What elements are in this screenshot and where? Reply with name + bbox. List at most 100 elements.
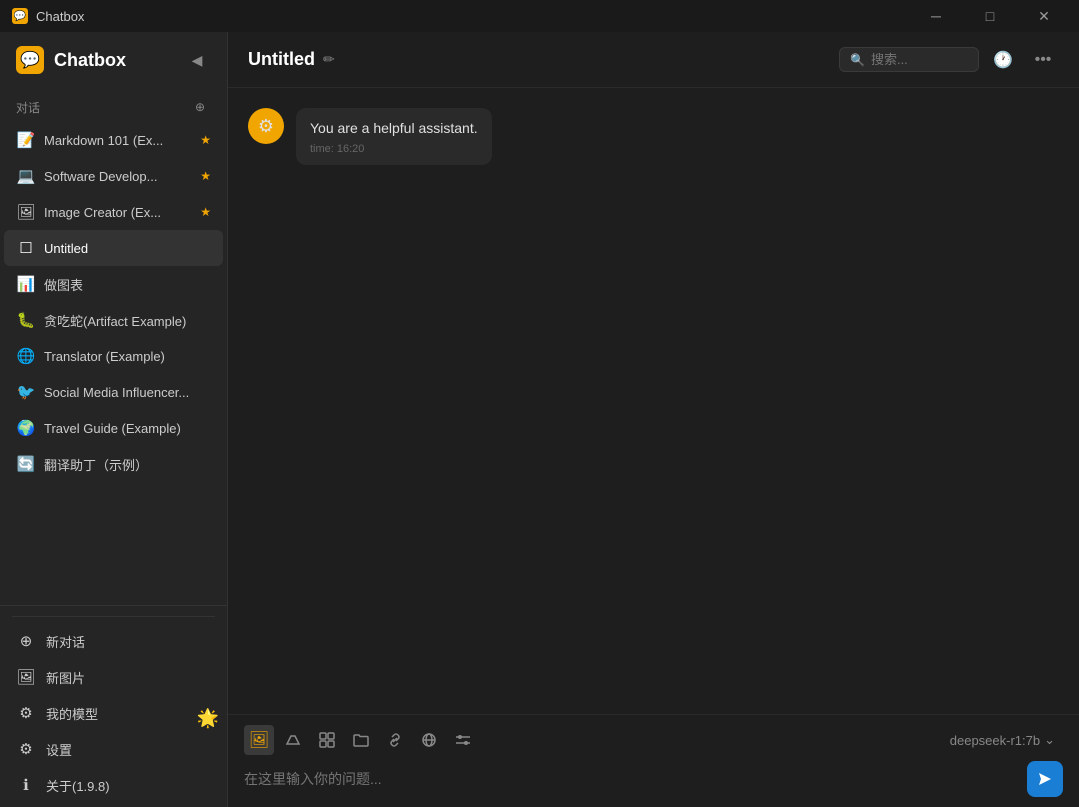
sidebar-item-fanyi-zhuli[interactable]: 🔄 翻译助丁（示例） [4,446,223,482]
about-icon: ℹ [16,775,36,795]
sidebar-item-image-creator[interactable]: 🖼 Image Creator (Ex... ★ [4,194,223,230]
sidebar-item-settings[interactable]: ⚙ 设置 [4,731,223,767]
maximize-button[interactable]: □ [967,0,1013,32]
app-icon: 💬 [12,8,28,24]
close-button[interactable]: ✕ [1021,0,1067,32]
avatar: ⚙ [248,108,284,144]
model-selector[interactable]: deepseek-r1:7b ⌄ [942,728,1063,752]
app-name: Chatbox [36,9,84,24]
social-media-icon: 🐦 [16,382,36,402]
travel-guide-icon: 🌍 [16,418,36,438]
gallery-tool-button[interactable] [312,725,342,755]
message-time: time: 16:20 [310,143,478,155]
input-area: 🖼 [228,714,1079,807]
sidebar-item-social-media[interactable]: 🐦 Social Media Influencer... [4,374,223,410]
input-row [244,761,1063,797]
chat-area: Untitled ✏ 🔍 🕐 ••• ⚙ You are a helpful a… [228,32,1079,807]
send-button[interactable] [1027,761,1063,797]
sidebar-item-text: Translator (Example) [44,349,211,364]
translator-icon: 🌐 [16,346,36,366]
sidebar-item-new-image[interactable]: 🖼 新图片 [4,659,223,695]
sidebar-item-tanchichong[interactable]: 🐛 贪吃蛇(Artifact Example) [4,302,223,338]
minimize-button[interactable]: ─ [913,0,959,32]
chat-title: Untitled [248,49,315,70]
search-icon: 🔍 [850,53,865,67]
markdown101-icon: 📝 [16,130,36,150]
chat-header: Untitled ✏ 🔍 🕐 ••• [228,32,1079,88]
software-dev-icon: 💻 [16,166,36,186]
emoji-decoration: 🌟 [197,708,219,729]
sidebar-divider [12,616,215,617]
chat-header-actions: 🔍 🕐 ••• [839,44,1059,76]
star-icon: ★ [200,133,211,147]
sidebar-bottom: ⊕ 新对话 🖼 新图片 ⚙ 我的模型 🌟 ⚙ 设置 ℹ 关于(1.9.8) [0,605,227,807]
image-creator-icon: 🖼 [16,202,36,222]
my-models-icon: ⚙ [16,703,36,723]
titlebar: 💬 Chatbox ─ □ ✕ [0,0,1079,32]
chat-input[interactable] [244,767,1019,791]
input-toolbar: 🖼 [244,725,1063,755]
star-icon: ★ [200,205,211,219]
settings-label: 设置 [46,740,72,759]
sidebar-item-my-models[interactable]: ⚙ 我的模型 🌟 [4,695,223,731]
eraser-tool-button[interactable] [278,725,308,755]
search-box[interactable]: 🔍 [839,47,979,72]
sidebar-item-text: Travel Guide (Example) [44,421,211,436]
titlebar-left: 💬 Chatbox [12,8,84,24]
sidebar-section-header: 对话 ⊕ [0,92,227,122]
sidebar-header: 💬 Chatbox ◀ [0,32,227,88]
tanchichong-icon: 🐛 [16,310,36,330]
new-conversation-icon: ⊕ [16,631,36,651]
messages-area: ⚙ You are a helpful assistant. time: 16:… [228,88,1079,714]
sidebar-item-text: 翻译助丁（示例） [44,455,211,474]
sidebar-brand: 💬 Chatbox [16,46,126,74]
new-conversation-label: 新对话 [46,632,85,651]
link-tool-button[interactable] [380,725,410,755]
sidebar-item-translator[interactable]: 🌐 Translator (Example) [4,338,223,374]
image-tool-button[interactable]: 🖼 [244,725,274,755]
sidebar-item-about[interactable]: ℹ 关于(1.9.8) [4,767,223,803]
sidebar-section-label: 对话 [16,99,40,116]
more-options-button[interactable]: ••• [1027,44,1059,76]
sidebar-item-new-conversation[interactable]: ⊕ 新对话 [4,623,223,659]
sidebar-item-software-dev[interactable]: 💻 Software Develop... ★ [4,158,223,194]
new-image-icon: 🖼 [16,667,36,687]
main-layout: 💬 Chatbox ◀ 对话 ⊕ 📝 Markdown 101 (Ex... ★… [0,32,1079,807]
titlebar-controls: ─ □ ✕ [913,0,1067,32]
sidebar-item-text: Image Creator (Ex... [44,205,192,220]
zuobiaozhang-icon: 📊 [16,274,36,294]
sidebar-item-text: Social Media Influencer... [44,385,211,400]
message-bubble: You are a helpful assistant. time: 16:20 [296,108,492,165]
edit-title-icon[interactable]: ✏ [323,51,335,68]
fanyi-zhuli-icon: 🔄 [16,454,36,474]
sidebar-item-text: 做图表 [44,275,211,294]
search-input[interactable] [871,52,961,67]
sidebar-item-zuobiaozhang[interactable]: 📊 做图表 [4,266,223,302]
sidebar-item-text: Untitled [44,241,211,256]
folder-tool-button[interactable] [346,725,376,755]
new-image-label: 新图片 [46,668,85,687]
table-row: ⚙ You are a helpful assistant. time: 16:… [248,108,1059,165]
settings-tool-button[interactable] [448,725,478,755]
sidebar: 💬 Chatbox ◀ 对话 ⊕ 📝 Markdown 101 (Ex... ★… [0,32,228,807]
sidebar-item-text: 贪吃蛇(Artifact Example) [44,311,211,330]
brand-name: Chatbox [54,50,126,71]
model-chevron-icon: ⌄ [1044,732,1055,748]
input-tools: 🖼 [244,725,478,755]
model-name: deepseek-r1:7b [950,733,1040,748]
globe-tool-button[interactable] [414,725,444,755]
untitled-icon: ☐ [16,238,36,258]
brand-icon: 💬 [16,46,44,74]
about-label: 关于(1.9.8) [46,776,110,795]
new-conversation-icon[interactable]: ⊕ [189,96,211,118]
sidebar-item-travel-guide[interactable]: 🌍 Travel Guide (Example) [4,410,223,446]
sidebar-item-markdown101[interactable]: 📝 Markdown 101 (Ex... ★ [4,122,223,158]
chat-title-row: Untitled ✏ [248,49,335,70]
star-icon: ★ [200,169,211,183]
history-button[interactable]: 🕐 [987,44,1019,76]
sidebar-item-untitled[interactable]: ☐ Untitled [4,230,223,266]
settings-icon: ⚙ [16,739,36,759]
sidebar-item-text: Markdown 101 (Ex... [44,133,192,148]
my-models-label: 我的模型 [46,704,98,723]
sidebar-collapse-button[interactable]: ◀ [183,46,211,74]
